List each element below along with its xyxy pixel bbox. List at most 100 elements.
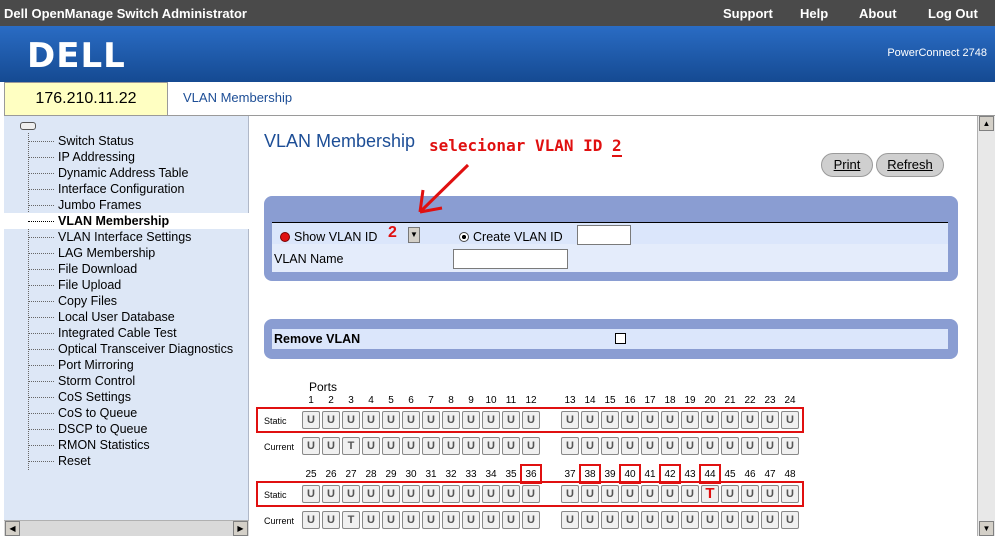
current-port-cell[interactable]: U	[681, 511, 699, 529]
port-number: 48	[784, 469, 796, 480]
scroll-left-icon[interactable]: ◀	[5, 521, 20, 536]
current-port-cell[interactable]: U	[442, 437, 460, 455]
sidebar-item-jumbo-frames[interactable]: Jumbo Frames	[4, 197, 249, 213]
current-port-cell[interactable]: U	[462, 511, 480, 529]
scroll-right-icon[interactable]: ▶	[233, 521, 248, 536]
sidebar-item-ip-addressing[interactable]: IP Addressing	[4, 149, 249, 165]
scroll-up-icon[interactable]: ▲	[979, 116, 994, 131]
sidebar-item-cos-to-queue[interactable]: CoS to Queue	[4, 405, 249, 421]
show-vlan-radio[interactable]	[280, 232, 290, 242]
sidebar-item-integrated-cable-test[interactable]: Integrated Cable Test	[4, 325, 249, 341]
menu-support[interactable]: Support	[723, 6, 773, 21]
sidebar-item-cos-settings[interactable]: CoS Settings	[4, 389, 249, 405]
current-port-cell[interactable]: U	[382, 511, 400, 529]
menu-help[interactable]: Help	[800, 6, 828, 21]
current-port-cell[interactable]: U	[462, 437, 480, 455]
current-port-cell[interactable]: U	[402, 511, 420, 529]
sidebar-item-vlan-membership[interactable]: VLAN Membership	[4, 213, 249, 229]
current-port-cell[interactable]: U	[482, 511, 500, 529]
port-number: 21	[724, 395, 736, 406]
current-port-cell[interactable]: U	[581, 437, 599, 455]
current-port-cell[interactable]: U	[741, 437, 759, 455]
remove-vlan-label: Remove VLAN	[274, 332, 361, 346]
current-port-cell[interactable]: U	[741, 511, 759, 529]
current-port-cell[interactable]: U	[482, 437, 500, 455]
app-title: Dell OpenManage Switch Administrator	[4, 6, 247, 21]
current-port-cell[interactable]: U	[581, 511, 599, 529]
current-port-cell[interactable]: U	[302, 511, 320, 529]
current-port-cell[interactable]: U	[601, 437, 619, 455]
current-port-cell[interactable]: U	[641, 437, 659, 455]
menu-about[interactable]: About	[859, 6, 897, 21]
sidebar-item-dynamic-address-table[interactable]: Dynamic Address Table	[4, 165, 249, 181]
current-port-cell[interactable]: U	[522, 511, 540, 529]
current-port-cell[interactable]: U	[502, 437, 520, 455]
current-port-cell[interactable]: U	[561, 437, 579, 455]
sidebar-nav: Switch Status IP Addressing Dynamic Addres…	[4, 116, 249, 536]
current-port-cell[interactable]: U	[402, 437, 420, 455]
current-port-cell[interactable]: U	[382, 437, 400, 455]
refresh-button[interactable]: Refresh	[876, 153, 944, 177]
current-port-cell[interactable]: U	[721, 511, 739, 529]
chevron-down-icon[interactable]: ▼	[408, 227, 420, 243]
device-tree-icon[interactable]	[20, 122, 36, 130]
current-port-cell[interactable]: U	[681, 437, 699, 455]
current-port-cell[interactable]: U	[322, 511, 340, 529]
menu-logout[interactable]: Log Out	[928, 6, 978, 21]
sidebar-item-storm-control[interactable]: Storm Control	[4, 373, 249, 389]
horizontal-scrollbar[interactable]: ◀ ▶	[4, 520, 249, 536]
current-port-cell[interactable]: T	[342, 511, 360, 529]
port-number: 2	[328, 395, 334, 406]
vlan-name-input[interactable]	[453, 249, 568, 269]
remove-vlan-checkbox[interactable]	[615, 333, 626, 344]
current-port-cell[interactable]: U	[362, 511, 380, 529]
current-port-cell[interactable]: U	[621, 437, 639, 455]
current-port-cell[interactable]: U	[302, 437, 320, 455]
current-port-cell[interactable]: U	[661, 437, 679, 455]
current-port-cell[interactable]: U	[621, 511, 639, 529]
current-port-cell[interactable]: U	[522, 437, 540, 455]
current-port-cell[interactable]: U	[781, 511, 799, 529]
sidebar-item-file-download[interactable]: File Download	[4, 261, 249, 277]
sidebar-item-switch-status[interactable]: Switch Status	[4, 133, 249, 149]
current-port-cell[interactable]: U	[721, 437, 739, 455]
current-port-cell[interactable]: U	[661, 511, 679, 529]
current-port-cell[interactable]: U	[761, 511, 779, 529]
current-port-cell[interactable]: T	[342, 437, 360, 455]
show-vlan-label: Show VLAN ID	[294, 230, 378, 244]
scroll-down-icon[interactable]: ▼	[979, 521, 994, 536]
sidebar-item-dscp-to-queue[interactable]: DSCP to Queue	[4, 421, 249, 437]
current-port-cell[interactable]: U	[422, 437, 440, 455]
sidebar-item-port-mirroring[interactable]: Port Mirroring	[4, 357, 249, 373]
port-number: 27	[345, 469, 357, 480]
sidebar-item-local-user-database[interactable]: Local User Database	[4, 309, 249, 325]
create-vlan-radio[interactable]	[459, 232, 469, 242]
port-number: 7	[428, 395, 434, 406]
current-port-cell[interactable]: U	[442, 511, 460, 529]
current-port-cell[interactable]: U	[701, 437, 719, 455]
current-port-cell[interactable]: U	[322, 437, 340, 455]
sidebar-item-optical-transceiver-diagnostics[interactable]: Optical Transceiver Diagnostics	[4, 341, 249, 357]
current-port-cell[interactable]: U	[701, 511, 719, 529]
current-port-cell[interactable]: U	[502, 511, 520, 529]
current-port-cell[interactable]: U	[641, 511, 659, 529]
current-port-cell[interactable]: U	[422, 511, 440, 529]
title-bar: Dell OpenManage Switch Administrator Sup…	[0, 0, 995, 26]
sidebar-item-copy-files[interactable]: Copy Files	[4, 293, 249, 309]
sidebar-item-lag-membership[interactable]: LAG Membership	[4, 245, 249, 261]
current-port-cell[interactable]: U	[601, 511, 619, 529]
current-port-cell[interactable]: U	[561, 511, 579, 529]
sidebar-item-interface-configuration[interactable]: Interface Configuration	[4, 181, 249, 197]
create-vlan-input[interactable]	[577, 225, 631, 245]
sidebar-item-vlan-interface-settings[interactable]: VLAN Interface Settings	[4, 229, 249, 245]
current-port-cell[interactable]: U	[781, 437, 799, 455]
print-button[interactable]: Print	[821, 153, 873, 177]
vlan-id-select[interactable]: 2 ▼	[388, 224, 422, 244]
current-port-cell[interactable]: U	[761, 437, 779, 455]
sidebar-item-file-upload[interactable]: File Upload	[4, 277, 249, 293]
sidebar-item-reset[interactable]: Reset	[4, 453, 249, 469]
current-port-cell[interactable]: U	[362, 437, 380, 455]
vertical-scrollbar[interactable]: ▲ ▼	[977, 116, 995, 536]
port-number: 33	[465, 469, 477, 480]
sidebar-item-rmon-statistics[interactable]: RMON Statistics	[4, 437, 249, 453]
